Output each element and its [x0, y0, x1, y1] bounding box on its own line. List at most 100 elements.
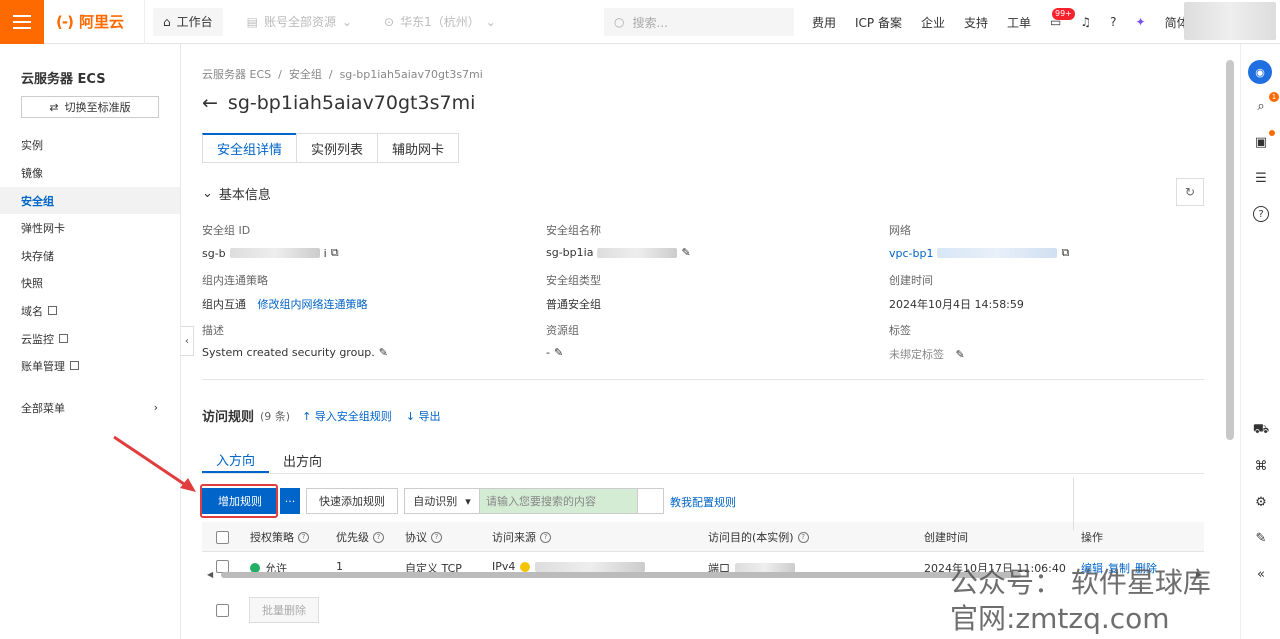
basic-info-header[interactable]: ⌄ 基本信息: [202, 184, 271, 203]
horizontal-scrollbar[interactable]: [221, 572, 1021, 578]
menu-icon[interactable]: [0, 0, 44, 44]
tab-instance-list[interactable]: 实例列表: [296, 133, 379, 163]
rules-count: (9 条): [260, 409, 291, 423]
robot-assistant-icon[interactable]: ◉: [1248, 60, 1272, 84]
info-description: 描述 System created security group. ✎: [202, 322, 388, 359]
question-icon[interactable]: ?: [1253, 206, 1269, 222]
edit-icon[interactable]: ✎: [956, 348, 965, 361]
logo-mark: (-): [56, 12, 74, 31]
menu-ticket[interactable]: 工单: [1007, 14, 1031, 31]
redacted-value: [937, 248, 1058, 258]
copy-icon[interactable]: ⧉: [331, 246, 339, 260]
switch-standard-button[interactable]: ⇄ 切换至标准版: [21, 96, 159, 118]
edit-icon[interactable]: ✎: [379, 346, 388, 359]
sidebar-item-snapshots[interactable]: 快照: [0, 269, 180, 296]
sidebar-item-eni[interactable]: 弹性网卡: [0, 214, 180, 241]
help-icon[interactable]: ?: [298, 531, 309, 543]
info-label: 创建时间: [889, 274, 933, 287]
help-icon[interactable]: ?: [1110, 15, 1116, 29]
page-title: ← sg-bp1iah5aiav70gt3s7mi: [202, 92, 475, 114]
info-label: 组内连通策略: [202, 274, 268, 287]
external-link-icon: [70, 361, 79, 370]
menu-icp[interactable]: ICP 备案: [855, 14, 902, 31]
sidebar-item-cloud-monitor[interactable]: 云监控: [0, 325, 180, 352]
tab-sg-details[interactable]: 安全组详情: [202, 133, 298, 163]
sidebar-item-label: 块存储: [21, 249, 54, 263]
menu-enterprise[interactable]: 企业: [921, 14, 945, 31]
help-icon[interactable]: ?: [431, 531, 442, 543]
global-search-input[interactable]: ○ 搜索...: [604, 8, 794, 36]
basic-info-title: 基本信息: [218, 188, 271, 203]
modify-policy-link[interactable]: 修改组内网络连通策略: [258, 296, 368, 312]
export-link[interactable]: ↓ 导出: [406, 408, 441, 424]
edit-icon[interactable]: ✎: [1253, 530, 1269, 546]
workbench-button[interactable]: ⌂ 工作台: [152, 7, 223, 36]
col-created: 创建时间: [924, 522, 968, 552]
region-label: 华东1（杭州）: [400, 15, 480, 29]
import-rules-link[interactable]: ↑ 导入安全组规则: [302, 408, 392, 424]
sidebar-item-domain[interactable]: 域名: [0, 297, 180, 324]
book-icon[interactable]: ▣: [1253, 134, 1269, 150]
search-placeholder: 请输入您要搜索的内容: [486, 495, 596, 508]
rule-search-input[interactable]: 请输入您要搜索的内容: [480, 488, 638, 514]
sidebar-item-images[interactable]: 镜像: [0, 159, 180, 186]
account-resources-dropdown[interactable]: ▤ 账号全部资源 ⌄: [247, 13, 352, 30]
list-icon[interactable]: ☰: [1253, 170, 1269, 186]
cart-icon[interactable]: ⛟: [1253, 422, 1269, 438]
caret-down-icon: ▾: [465, 494, 471, 508]
sidebar-item-security-group[interactable]: 安全组: [0, 187, 180, 214]
sidebar-item-block-storage[interactable]: 块存储: [0, 242, 180, 269]
logo-text: 阿里云: [78, 13, 124, 31]
expand-icon[interactable]: «: [1253, 566, 1269, 582]
select-all-checkbox[interactable]: [216, 522, 229, 552]
sidebar-item-billing[interactable]: 账单管理: [0, 352, 180, 379]
batch-checkbox[interactable]: [216, 603, 229, 617]
sidebar-item-instances[interactable]: 实例: [0, 131, 180, 158]
info-value: System created security group.: [202, 346, 375, 359]
search-icon: ○: [614, 15, 625, 29]
breadcrumb-security-group[interactable]: 安全组: [289, 68, 322, 81]
sidebar-all-menu[interactable]: 全部菜单 ›: [0, 394, 180, 421]
notification-badge: 99+: [1052, 8, 1075, 20]
batch-delete-button[interactable]: 批量删除: [249, 597, 319, 623]
tab-secondary-eni[interactable]: 辅助网卡: [377, 133, 460, 163]
refresh-icon: ↻: [1184, 185, 1196, 199]
code-icon[interactable]: ⌘: [1253, 458, 1269, 474]
back-arrow-icon[interactable]: ←: [202, 92, 218, 114]
quick-add-rule-button[interactable]: 快速添加规则: [306, 488, 398, 514]
refresh-button[interactable]: ↻: [1176, 178, 1204, 206]
sidebar-item-label: 域名: [21, 304, 43, 318]
aliyun-logo[interactable]: (-) 阿里云: [44, 0, 145, 44]
ai-assistant-icon[interactable]: ✦: [1136, 15, 1146, 29]
breadcrumb: 云服务器 ECS / 安全组 / sg-bp1iah5aiav70gt3s7mi: [202, 66, 483, 82]
help-icon[interactable]: ?: [540, 531, 551, 543]
gear-icon[interactable]: ⚙: [1253, 494, 1269, 510]
tab-outbound[interactable]: 出方向: [269, 447, 336, 473]
col-label: 访问目的(本实例): [708, 531, 794, 544]
redacted-value: [535, 561, 646, 572]
config-help-link[interactable]: 教我配置规则: [670, 494, 736, 510]
vertical-scrollbar[interactable]: [1226, 60, 1234, 440]
right-toolbar: ◉ ⌕ 1 ▣ ☰ ? ⛟ ⌘ ⚙ ✎ «: [1240, 44, 1280, 639]
copy-icon[interactable]: ⧉: [1061, 246, 1069, 260]
dot-badge: [1269, 130, 1275, 136]
more-actions-button[interactable]: ···: [280, 488, 300, 514]
region-dropdown[interactable]: ⊙ 华东1（杭州） ⌄: [384, 13, 496, 30]
edit-icon[interactable]: ✎: [554, 346, 563, 359]
breadcrumb-ecs[interactable]: 云服务器 ECS: [202, 68, 271, 81]
search-input-tail[interactable]: [638, 488, 664, 514]
search-icon[interactable]: ⌕: [1253, 98, 1269, 114]
sidebar-item-label: 账单管理: [21, 359, 65, 373]
scroll-left-icon[interactable]: ◀: [207, 570, 213, 579]
tab-inbound[interactable]: 入方向: [202, 447, 270, 473]
vpc-link[interactable]: vpc-bp1: [889, 247, 933, 260]
bell-icon[interactable]: ♫: [1080, 15, 1091, 29]
user-avatar[interactable]: [1184, 2, 1276, 40]
menu-fees[interactable]: 费用: [812, 14, 836, 31]
edit-icon[interactable]: ✎: [681, 246, 690, 259]
direction-tabs: 入方向 出方向: [202, 447, 336, 473]
help-icon[interactable]: ?: [797, 531, 809, 543]
auto-detect-select[interactable]: 自动识别 ▾: [404, 488, 480, 514]
help-icon[interactable]: ?: [373, 531, 384, 543]
menu-support[interactable]: 支持: [964, 14, 988, 31]
